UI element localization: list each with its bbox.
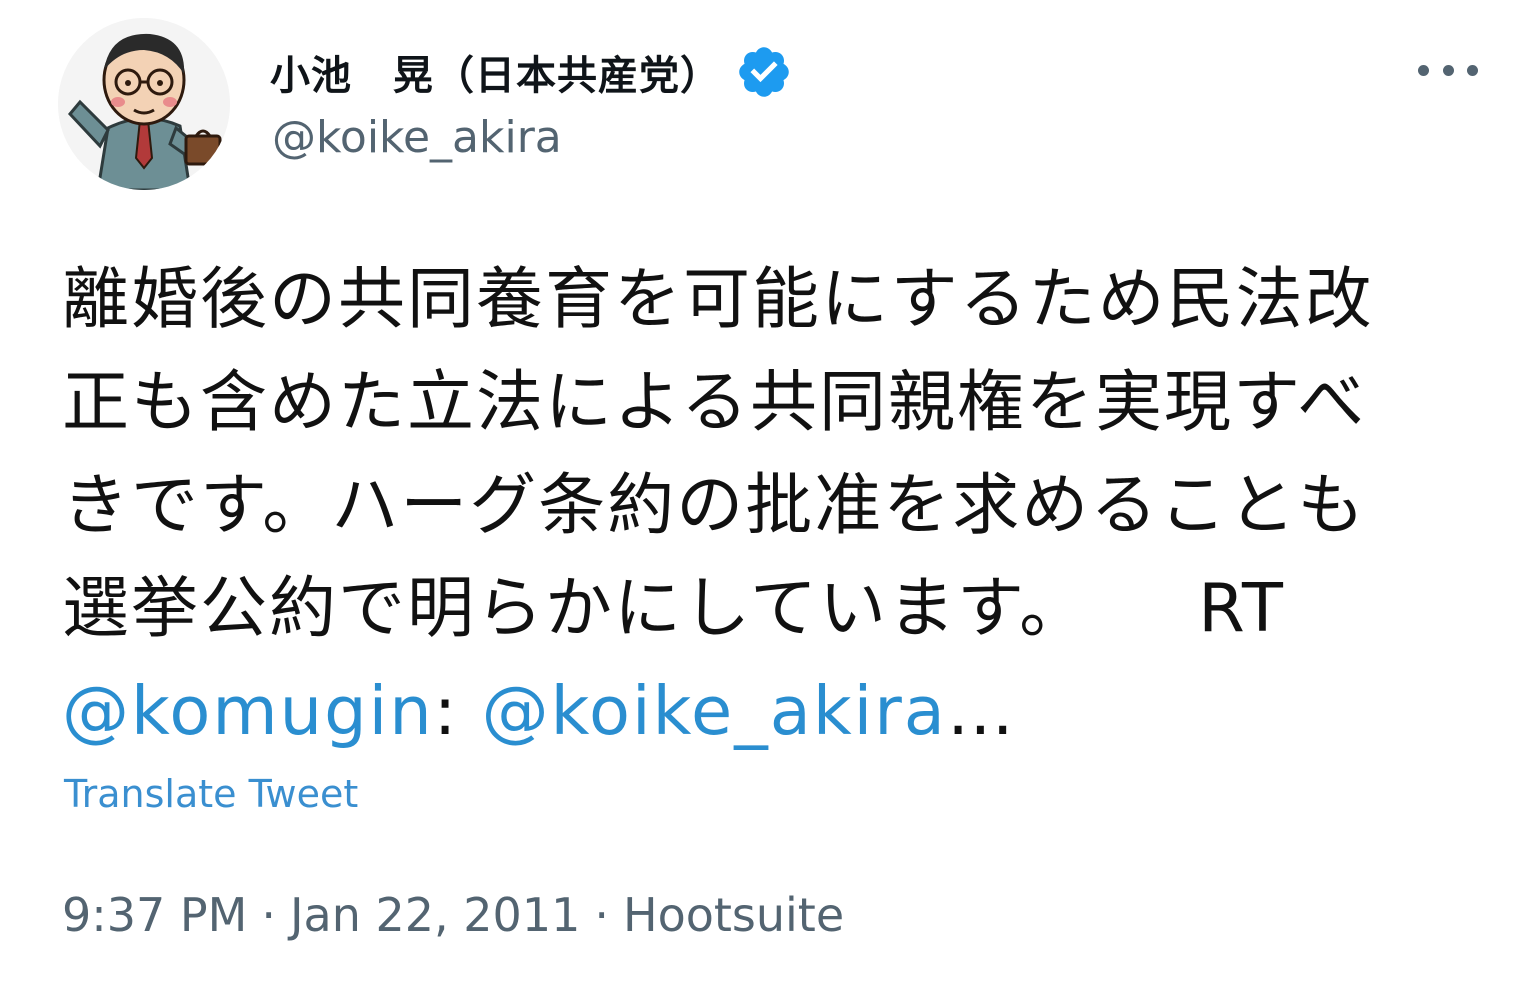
tweet-text-line: 選挙公約で明らかにしています。 RT bbox=[62, 557, 1462, 660]
tweet-text-line: きです。ハーグ条約の批准を求めることも bbox=[62, 466, 1367, 544]
tweet-metadata: 9:37 PM · Jan 22, 2011 · Hootsuite bbox=[62, 888, 844, 942]
author-display-name[interactable]: 小池 晃（日本共産党） bbox=[270, 43, 721, 101]
translate-tweet-link[interactable]: Translate Tweet bbox=[64, 772, 358, 816]
mention-separator: : bbox=[433, 672, 482, 750]
tweet-text-line: @komugin: @koike_akira… bbox=[62, 660, 1462, 763]
more-dot-icon bbox=[1442, 64, 1454, 76]
more-dot-icon bbox=[1467, 64, 1478, 76]
tweet-source-app[interactable]: Hootsuite bbox=[623, 888, 844, 942]
truncation-ellipsis: … bbox=[946, 672, 1016, 750]
mention-link-koike-akira[interactable]: @koike_akira bbox=[482, 672, 947, 750]
author-name-row: 小池 晃（日本共産党） bbox=[270, 38, 793, 106]
retweet-label: RT bbox=[1198, 569, 1285, 647]
tweet-text-line: 正も含めた立法による共同親権を実現すべ bbox=[62, 363, 1367, 441]
tweet-card: 小池 晃（日本共産党） @koike_akira 離婚後の共同養育を可能にするた… bbox=[0, 0, 1536, 1003]
cartoon-businessman-icon bbox=[58, 18, 230, 190]
verified-badge-icon bbox=[739, 47, 789, 97]
mention-link-komugin[interactable]: @komugin bbox=[62, 672, 434, 750]
more-dot-icon bbox=[1418, 64, 1429, 76]
tweet-time[interactable]: 9:37 PM bbox=[62, 888, 247, 942]
avatar[interactable] bbox=[58, 18, 230, 190]
tweet-text-segment: 選挙公約で明らかにしています。 bbox=[62, 569, 1089, 647]
meta-separator: · bbox=[594, 888, 609, 942]
tweet-text-line: 離婚後の共同養育を可能にするため民法改 bbox=[62, 260, 1374, 338]
tweet-date[interactable]: Jan 22, 2011 bbox=[290, 888, 580, 942]
more-options-button[interactable] bbox=[1418, 50, 1478, 90]
author-handle[interactable]: @koike_akira bbox=[272, 112, 562, 163]
meta-separator: · bbox=[261, 888, 276, 942]
tweet-text: 離婚後の共同養育を可能にするため民法改 正も含めた立法による共同親権を実現すべ … bbox=[62, 248, 1462, 763]
